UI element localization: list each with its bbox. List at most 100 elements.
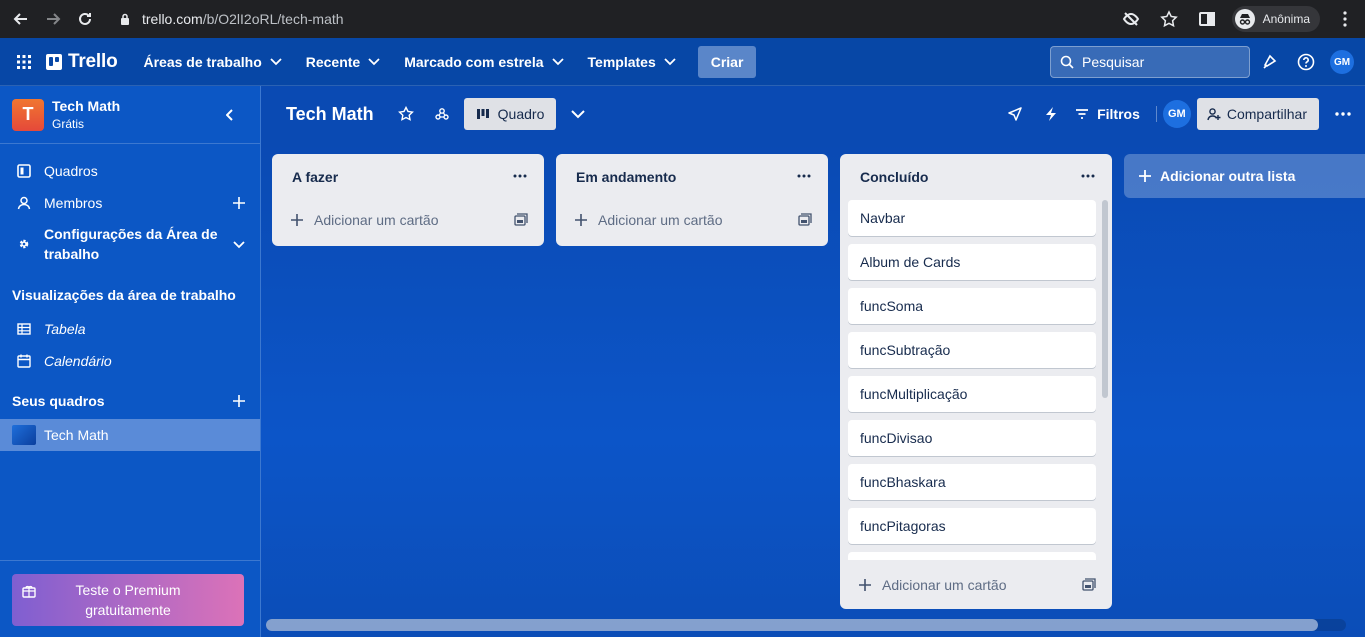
card[interactable]: funcSubtração xyxy=(848,332,1096,368)
board-member-avatar[interactable]: GM xyxy=(1162,100,1191,128)
card-template-icon[interactable] xyxy=(514,213,528,227)
collapse-sidebar-icon[interactable] xyxy=(218,103,242,127)
sidebar-item-members[interactable]: Membros xyxy=(0,192,260,214)
plus-icon xyxy=(859,579,871,591)
search-icon xyxy=(1060,55,1074,69)
board-canvas: A fazer Adicionar um cartão Em andamento… xyxy=(261,142,1365,637)
workspace-header: T Tech Math Grátis xyxy=(0,86,260,144)
board-horizontal-scrollbar[interactable] xyxy=(266,619,1346,631)
share-button[interactable]: Compartilhar xyxy=(1196,98,1319,130)
try-premium-button[interactable]: Teste o Premium gratuitamente xyxy=(12,574,244,626)
lock-icon xyxy=(121,13,129,25)
card[interactable]: funcBhaskara xyxy=(848,464,1096,500)
board-title[interactable]: Tech Math xyxy=(286,104,374,125)
calendar-icon xyxy=(16,353,32,369)
app-switcher-icon[interactable] xyxy=(8,46,40,78)
scrollbar-thumb[interactable] xyxy=(266,619,1318,631)
sidepanel-icon[interactable] xyxy=(1197,9,1217,29)
back-icon[interactable] xyxy=(10,8,32,30)
view-board-button[interactable]: Quadro xyxy=(463,98,557,130)
star-icon[interactable] xyxy=(1159,9,1179,29)
chevron-down-icon[interactable] xyxy=(230,236,248,254)
list-scrollbar[interactable] xyxy=(1102,200,1108,398)
trello-logo-icon xyxy=(46,53,62,70)
menu-workspaces[interactable]: Áreas de trabalho xyxy=(131,46,293,78)
workspace-visibility-icon[interactable] xyxy=(428,100,456,128)
table-icon xyxy=(16,321,32,337)
sidebar-item-calendar[interactable]: Calendário xyxy=(0,350,260,372)
list-menu-icon[interactable] xyxy=(508,164,532,188)
address-bar[interactable]: trello.com/b/O2lI2oRL/tech-math xyxy=(104,5,1200,33)
sidebar-item-table[interactable]: Tabela xyxy=(0,318,260,340)
list-menu-icon[interactable] xyxy=(1076,164,1100,188)
filters-button[interactable]: Filtros xyxy=(1075,106,1140,122)
card-template-icon[interactable] xyxy=(798,213,812,227)
list-todo: A fazer Adicionar um cartão xyxy=(272,154,544,246)
incognito-profile[interactable]: Anônima xyxy=(1231,6,1320,32)
help-icon[interactable] xyxy=(1294,50,1318,74)
plus-icon xyxy=(1139,170,1151,182)
card[interactable]: Album de Cards xyxy=(848,244,1096,280)
menu-starred[interactable]: Marcado com estrela xyxy=(392,46,575,78)
board-menu-icon[interactable] xyxy=(1327,98,1359,130)
list-header[interactable]: Em andamento xyxy=(556,154,828,200)
person-icon xyxy=(16,195,32,211)
add-card-button[interactable]: Adicionar um cartão xyxy=(272,200,544,240)
board-thumbnail xyxy=(12,425,36,445)
gear-icon xyxy=(16,236,32,252)
card-template-icon[interactable] xyxy=(1082,578,1096,592)
filter-icon xyxy=(1076,109,1089,119)
card-partial[interactable] xyxy=(848,552,1096,560)
incognito-icon xyxy=(1234,9,1255,29)
reload-icon[interactable] xyxy=(74,8,96,30)
add-member-icon[interactable] xyxy=(230,194,248,212)
sidebar-item-settings[interactable]: Configurações da Área de trabalho xyxy=(0,224,260,266)
plus-icon xyxy=(291,214,303,226)
star-icon[interactable] xyxy=(392,100,420,128)
menu-templates[interactable]: Templates xyxy=(576,46,688,78)
chevron-down-icon xyxy=(664,57,676,65)
automation-icon[interactable] xyxy=(1037,100,1065,128)
search-input[interactable]: Pesquisar xyxy=(1050,46,1250,78)
profile-label: Anônima xyxy=(1262,12,1310,26)
card[interactable]: funcDivisao xyxy=(848,420,1096,456)
plus-icon xyxy=(575,214,587,226)
user-avatar[interactable]: GM xyxy=(1330,50,1354,74)
forward-icon[interactable] xyxy=(42,8,64,30)
kebab-menu-icon[interactable] xyxy=(1335,9,1355,29)
list-menu-icon[interactable] xyxy=(792,164,816,188)
card[interactable]: Navbar xyxy=(848,200,1096,236)
create-button[interactable]: Criar xyxy=(697,45,757,78)
eye-slash-icon[interactable] xyxy=(1121,9,1141,29)
list-done: Concluído Navbar Album de Cards funcSoma… xyxy=(840,154,1112,609)
gift-icon xyxy=(22,585,36,598)
add-person-icon xyxy=(1207,108,1221,121)
add-card-button[interactable]: Adicionar um cartão xyxy=(840,565,1112,605)
trello-logo[interactable]: Trello xyxy=(46,51,118,73)
add-board-icon[interactable] xyxy=(230,392,248,410)
board-icon xyxy=(16,163,32,179)
menu-recent[interactable]: Recente xyxy=(294,46,392,78)
list-header[interactable]: A fazer xyxy=(272,154,544,200)
add-list-button[interactable]: Adicionar outra lista xyxy=(1124,154,1365,198)
list-in-progress: Em andamento Adicionar um cartão xyxy=(556,154,828,246)
list-header[interactable]: Concluído xyxy=(840,154,1112,200)
card[interactable]: funcPitagoras xyxy=(848,508,1096,544)
card[interactable]: funcSoma xyxy=(848,288,1096,324)
board-header: Tech Math Quadro Filtros GM Compartilhar xyxy=(261,86,1365,142)
card[interactable]: funcMultiplicação xyxy=(848,376,1096,412)
chevron-down-icon xyxy=(551,57,564,65)
url-text: trello.com/b/O2lI2oRL/tech-math xyxy=(142,11,344,27)
add-card-button[interactable]: Adicionar um cartão xyxy=(556,200,828,240)
sidebar-board-tech-math[interactable]: Tech Math xyxy=(0,419,260,451)
chevron-down-icon[interactable] xyxy=(564,100,592,128)
add-board-row xyxy=(0,390,260,412)
sidebar: T Tech Math Grátis Quadros Membros Confi… xyxy=(0,86,261,637)
notification-bell-icon[interactable] xyxy=(1258,50,1282,74)
divider xyxy=(1155,106,1157,122)
workspace-plan: Grátis xyxy=(52,117,85,131)
sidebar-item-boards[interactable]: Quadros xyxy=(0,160,260,182)
power-ups-icon[interactable] xyxy=(1001,100,1029,128)
workspace-name: Tech Math xyxy=(52,98,121,114)
workspace-logo: T xyxy=(12,98,44,131)
